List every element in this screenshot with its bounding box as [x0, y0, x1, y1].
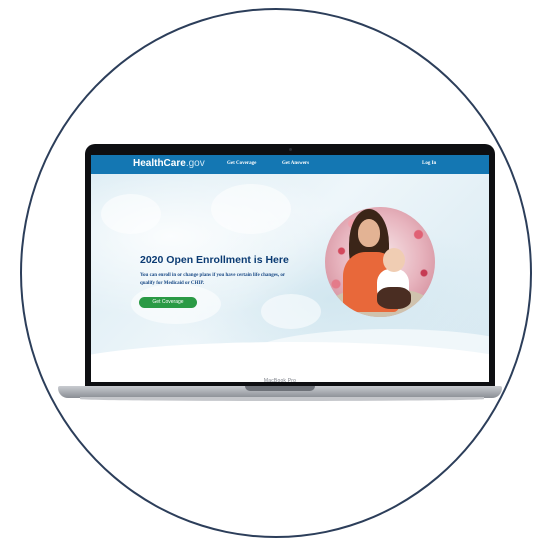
logo-suffix: .gov	[185, 158, 205, 169]
camera-icon	[288, 148, 292, 151]
screen-bezel: 2020 Open Enrollment is Here You can enr…	[85, 144, 495, 389]
laptop: 2020 Open Enrollment is Here You can enr…	[58, 140, 502, 420]
hero-wave	[91, 342, 489, 382]
hero-photo	[325, 207, 435, 317]
photo-baby-pants	[377, 287, 411, 309]
site-logo[interactable]: HealthCare.gov	[133, 158, 205, 169]
laptop-model-label: MacBook Pro	[263, 378, 297, 384]
laptop-notch	[245, 386, 315, 391]
nav-log-in[interactable]: Log In	[422, 161, 436, 166]
hero-headline: 2020 Open Enrollment is Here	[140, 254, 289, 266]
get-coverage-button[interactable]: Get Coverage	[139, 297, 197, 308]
nav-get-coverage[interactable]: Get Coverage	[227, 161, 256, 166]
background-blob	[101, 194, 161, 234]
background-blob	[211, 184, 291, 234]
hero-section: 2020 Open Enrollment is Here You can enr…	[91, 174, 489, 382]
background-blob	[261, 294, 321, 329]
nav-get-answers[interactable]: Get Answers	[282, 161, 309, 166]
stage: 2020 Open Enrollment is Here You can enr…	[0, 0, 558, 542]
photo-baby-head	[383, 248, 405, 272]
logo-main: HealthCare	[133, 158, 186, 169]
site-navbar: HealthCare.gov Get Coverage Get Answers …	[91, 155, 489, 174]
screen: 2020 Open Enrollment is Here You can enr…	[91, 155, 489, 382]
laptop-base-shadow	[80, 397, 484, 401]
photo-mother-face	[358, 219, 380, 247]
hero-subtext: You can enroll in or change plans if you…	[140, 273, 286, 286]
